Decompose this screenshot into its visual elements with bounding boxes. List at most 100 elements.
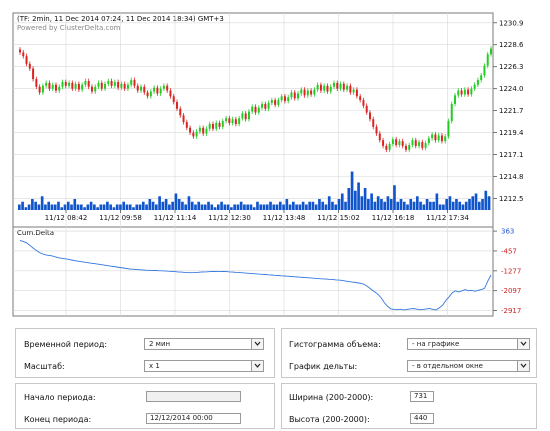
volume-bar (155, 204, 158, 210)
volume-bar (207, 201, 210, 210)
price-candle-body (172, 96, 175, 103)
price-candle-body (362, 100, 365, 106)
period-select[interactable]: 2 мин (144, 338, 264, 350)
price-candle-body (470, 88, 473, 95)
volume-bar (367, 199, 370, 210)
volume-bar (246, 204, 250, 210)
price-candle-body (162, 85, 165, 89)
volume-bar (102, 204, 106, 210)
price-candle-body (287, 97, 290, 102)
delta-axis-label: 363 (501, 228, 514, 236)
price-candle-body (120, 83, 123, 88)
price-candle-body (22, 52, 25, 57)
volume-bar (327, 196, 331, 210)
volume-bar (53, 204, 57, 210)
price-candle-body (450, 103, 453, 122)
histogram-delta-panel: Гистограмма объема: - на графике График … (281, 328, 537, 378)
volume-bar (285, 199, 289, 210)
price-candle-body (440, 135, 443, 142)
price-candle-body (476, 80, 479, 85)
volume-bar (389, 199, 393, 210)
price-candle-body (221, 121, 224, 127)
price-candle-body (28, 63, 31, 69)
volume-bar (487, 196, 491, 210)
volume-bar (357, 182, 360, 210)
price-candle-body (90, 86, 93, 92)
price-candle-body (303, 89, 306, 96)
delta-chart-select[interactable]: - в отдельном окне (407, 360, 530, 372)
price-candle-body (54, 84, 57, 91)
scale-select[interactable]: x 1 (144, 360, 264, 372)
period-scale-panel: Временной период: 2 мин Масштаб: x 1 (15, 328, 275, 378)
price-candle-body (192, 132, 195, 137)
price-candle-body (480, 75, 483, 81)
chevron-down-icon (517, 361, 529, 371)
volume-bar (18, 204, 21, 210)
delta-axis-label: -2097 (501, 287, 521, 295)
price-axis-labels: 1230.9 1228.6 1226.3 1224.0 1221.7 1219.4 1217… (499, 19, 524, 203)
price-candle-body (113, 81, 116, 86)
height-input[interactable]: 440 (410, 413, 434, 424)
price-candle-body (447, 121, 450, 137)
volume-bar (79, 204, 83, 210)
volume-bar (429, 201, 432, 210)
price-candle-body (486, 54, 489, 66)
volume-bar (256, 201, 259, 210)
price-candle-body (306, 90, 309, 96)
delta-axis-label: -2917 (501, 307, 521, 315)
price-candle-body (179, 108, 182, 116)
volume-bar (190, 201, 194, 210)
volume-histogram-select[interactable]: - на графике (407, 338, 530, 350)
volume-bar (184, 204, 188, 210)
volume-bar (112, 207, 116, 210)
price-candle-body (19, 49, 21, 53)
size-panel: Ширина (200-2000): 731 Высота (200-2000)… (281, 383, 537, 429)
volume-bar (44, 204, 47, 210)
price-candle-body (398, 141, 401, 145)
volume-bar (481, 199, 484, 210)
delta-axis-labels: 363 -457 -1277 -2097 -2917 (501, 228, 521, 315)
price-axis-label: 1228.6 (499, 41, 524, 49)
price-candle-body (457, 90, 460, 96)
volume-bar (216, 204, 220, 210)
volume-bar (399, 199, 403, 210)
volume-bar (252, 207, 256, 210)
delta-axis-label: -1277 (501, 267, 521, 275)
volume-bar (425, 199, 429, 210)
volume-bar (70, 204, 73, 210)
price-candle-body (100, 82, 103, 89)
price-candle-body (323, 85, 326, 91)
price-axis-label: 1219.4 (499, 129, 524, 137)
price-candle-body (372, 119, 375, 127)
price-candle-body (140, 86, 143, 91)
delta-axis-label: -457 (501, 247, 517, 255)
price-candle-body (283, 96, 286, 102)
volume-bar (181, 201, 184, 210)
period-label: Временной период: (24, 340, 108, 349)
price-candle-body (51, 84, 54, 89)
volume-bar (47, 201, 51, 210)
period-start-input[interactable] (146, 391, 241, 402)
volume-bar (259, 204, 263, 210)
price-candle-body (123, 83, 126, 89)
price-candle-body (319, 84, 322, 91)
volume-bar (194, 204, 197, 210)
price-candle-body (251, 106, 254, 112)
volume-bar (239, 201, 243, 210)
volume-bar (135, 204, 139, 210)
price-candle-body (346, 85, 349, 90)
price-candle-body (339, 83, 342, 89)
price-candle-body (411, 140, 414, 145)
volume-bar (177, 199, 181, 210)
volume-bar (380, 199, 383, 210)
volume-bar (288, 204, 292, 210)
volume-bar (203, 204, 207, 210)
volume-bar (337, 199, 341, 210)
volume-bar (249, 204, 253, 210)
volume-bar (451, 201, 455, 210)
price-candle-body (61, 81, 64, 87)
volume-bar (66, 201, 70, 210)
period-end-input[interactable]: 12/12/2014 00:00 (146, 413, 241, 424)
width-input[interactable]: 731 (410, 391, 434, 402)
volume-bar (435, 193, 439, 210)
